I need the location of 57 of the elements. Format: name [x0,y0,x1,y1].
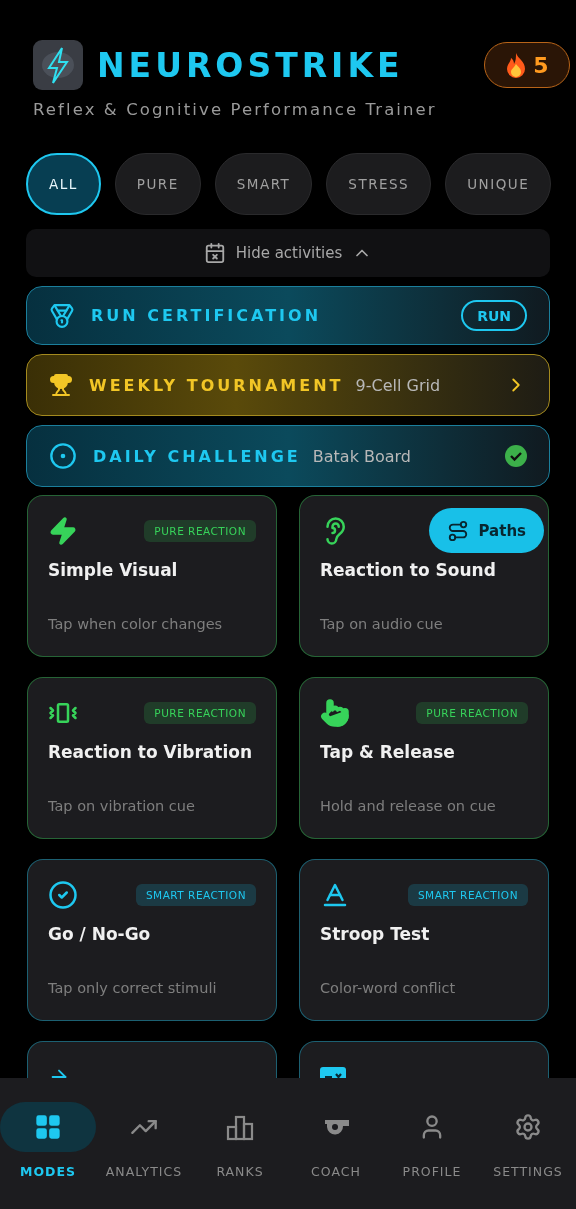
nav-tab[interactable]: ANALYTICS [96,1102,192,1209]
category-tag: SMART REACTION [135,884,256,906]
mode-description: Tap on vibration cue [48,798,196,814]
category-tag: PURE REACTION [144,520,256,542]
filter-chip[interactable]: ALL [26,153,101,215]
banner-title: RUN CERTIFICATION [91,306,322,325]
mode-description: Hold and release on cue [320,798,497,814]
mode-description: Color-word conflict [320,980,457,996]
hide-activities-button[interactable]: Hide activities [26,229,550,277]
filter-chip[interactable]: PURE [114,153,201,215]
mode-title: Stroop Test [320,924,431,944]
mode-card[interactable]: PURE REACTION Simple Visual Tap when color changes [27,495,277,657]
flame-icon [505,52,528,78]
nav-tab[interactable]: COACH [288,1102,384,1209]
app-title: NEUROSTRIKE [97,45,404,85]
mode-title: Reaction to Sound [320,560,497,580]
grid-icon [34,1113,62,1141]
mode-title: Simple Visual [48,560,179,580]
medal-icon [49,302,75,329]
mode-title: Tap & Release [320,742,456,762]
trophy-icon [49,373,73,397]
mode-card[interactable]: PURE REACTION Tap & Release Hold and release on cue [299,677,549,839]
target-icon [49,442,77,470]
certification-banner[interactable]: RUN CERTIFICATION RUN [26,286,550,345]
category-tag: PURE REACTION [144,702,256,724]
mode-description: Tap on audio cue [320,616,444,632]
banner-title: WEEKLY TOURNAMENT [89,375,344,395]
filter-chip[interactable]: SMART [214,153,313,215]
nav-tab[interactable]: MODES [0,1102,96,1209]
tournament-banner[interactable]: WEEKLY TOURNAMENT 9-Cell Grid [26,354,550,416]
podium-icon [226,1113,254,1141]
mode-card[interactable]: PURE REACTION Reaction to Vibration Tap on vibration cue [27,677,277,839]
filter-chip[interactable]: UNIQUE [445,153,552,215]
streak-count: 5 [533,52,549,78]
route-icon [446,519,469,542]
mode-title: Go / No-Go [48,924,152,944]
category-tag: PURE REACTION [416,702,528,724]
mode-card[interactable]: SMART REACTION Go / No-Go Tap only correct stimuli [27,859,277,1021]
paths-button[interactable]: Paths [428,508,544,553]
run-button[interactable]: RUN [461,300,527,331]
filter-chip[interactable]: STRESS [326,153,432,215]
nav-tab[interactable]: PROFILE [384,1102,480,1209]
app-subtitle: Reflex & Cognitive Performance Trainer [33,100,438,119]
nav-tab[interactable]: SETTINGS [480,1102,576,1209]
nav-tab[interactable]: RANKS [192,1102,288,1209]
settings-icon [514,1113,542,1141]
daily-banner[interactable]: DAILY CHALLENGE Batak Board [26,425,550,487]
brain-bolt-logo [33,40,83,90]
mode-description: Tap only correct stimuli [48,980,218,996]
category-tag: SMART REACTION [407,884,528,906]
calendar-icon [203,242,226,264]
banner-detail: 9-Cell Grid [355,375,441,395]
mode-card[interactable]: SMART REACTION Stroop Test Color-word conflict [299,859,549,1021]
banner-title: DAILY CHALLENGE [93,446,301,466]
mode-title: Reaction to Vibration [48,742,253,762]
mode-description: Tap when color changes [48,616,224,632]
banner-detail: Batak Board [312,446,411,466]
